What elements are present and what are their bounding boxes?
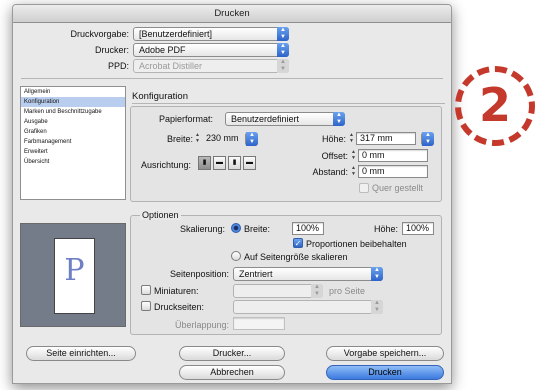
printer-label: Drucker: — [94, 45, 129, 55]
popup-arrows-icon: ▲ ▼ — [422, 132, 434, 146]
height-field[interactable]: 317 mm — [356, 132, 416, 145]
paper-format-value: Benutzerdefiniert — [231, 114, 300, 124]
scale-width-field[interactable]: 100% — [292, 222, 324, 235]
fit-to-page-radio[interactable] — [231, 251, 241, 261]
transverse-checkbox — [359, 183, 369, 193]
print-button[interactable]: Drucken — [326, 365, 444, 380]
category-list: Allgemein Konfiguration Marken und Besch… — [20, 86, 126, 200]
preset-label: Druckvorgabe: — [70, 29, 129, 39]
sidebar-item-ausgabe[interactable]: Ausgabe — [21, 117, 125, 127]
cancel-button[interactable]: Abbrechen — [179, 365, 285, 380]
per-page-label: pro Seite — [329, 286, 366, 296]
preview-letter: P — [64, 253, 85, 288]
width-field[interactable]: 230 mm — [202, 132, 244, 145]
thumbnails-popup: ▲ ▼ — [233, 284, 323, 298]
orientation-landscape-icon[interactable]: ▬ — [213, 156, 226, 170]
fit-to-page-label: Auf Seitengröße skalieren — [244, 252, 348, 262]
konfiguration-title: Konfiguration — [132, 91, 188, 102]
popup-arrows-icon: ▲ ▼ — [311, 284, 323, 298]
thumbnails-checkbox[interactable] — [141, 285, 151, 295]
tiling-label: Druckseiten: — [154, 302, 205, 312]
overlap-label: Überlappung: — [174, 320, 229, 330]
page-preview: P — [20, 223, 126, 327]
gap-stepper-icon[interactable]: ▲ ▼ — [350, 165, 357, 178]
printer-value: Adobe PDF — [139, 45, 186, 55]
orientation-portrait-reverse-icon[interactable]: ▮ — [228, 156, 241, 170]
sidebar-item-konfiguration[interactable]: Konfiguration — [21, 97, 125, 107]
tiling-popup: ▲ ▼ — [233, 300, 383, 314]
height-preset-popup[interactable]: ▲ ▼ — [421, 132, 434, 146]
paper-format-popup[interactable]: Benutzerdefiniert ▲ ▼ — [225, 112, 345, 126]
thumbnails-label: Miniaturen: — [154, 286, 199, 296]
popup-arrows-icon: ▲ ▼ — [371, 300, 383, 314]
height-stepper-icon[interactable]: ▲ ▼ — [348, 132, 355, 145]
scale-height-field[interactable]: 100% — [402, 222, 434, 235]
tiling-checkbox[interactable] — [141, 301, 151, 311]
offset-stepper-icon[interactable]: ▲ ▼ — [350, 149, 357, 162]
sidebar-item-farbmanagement[interactable]: Farbmanagement — [21, 137, 125, 147]
sidebar-item-uebersicht[interactable]: Übersicht — [21, 157, 125, 167]
popup-arrows-icon: ▲ ▼ — [277, 43, 289, 57]
width-preset-popup[interactable]: ▲ ▼ — [245, 132, 258, 146]
popup-arrows-icon: ▲ ▼ — [277, 27, 289, 41]
offset-label: Offset: — [321, 151, 348, 161]
sidebar-item-grafiken[interactable]: Grafiken — [21, 127, 125, 137]
step-number-badge: 2 — [455, 66, 535, 146]
save-preset-button[interactable]: Vorgabe speichern... — [326, 346, 444, 361]
width-label: Breite: — [166, 134, 193, 144]
gap-label: Abstand: — [312, 167, 348, 177]
gap-field[interactable]: 0 mm — [358, 165, 428, 178]
ppd-label: PPD: — [107, 61, 129, 71]
scale-width-label: Breite: — [244, 224, 271, 234]
keep-proportions-label: Proportionen beibehalten — [306, 239, 407, 249]
page-position-value: Zentriert — [239, 269, 273, 279]
optionen-title: Optionen — [140, 210, 181, 220]
popup-arrows-icon: ▲ ▼ — [371, 267, 383, 281]
scaling-label: Skalierung: — [179, 224, 225, 234]
height-label: Höhe: — [321, 134, 346, 144]
preview-page: P — [54, 238, 95, 314]
overlap-field — [233, 317, 285, 330]
sidebar-item-erweitert[interactable]: Erweitert — [21, 147, 125, 157]
paper-format-label: Papierformat: — [158, 114, 213, 124]
page-position-popup[interactable]: Zentriert ▲ ▼ — [233, 267, 383, 281]
konfiguration-divider — [132, 103, 445, 104]
page-position-label: Seitenposition: — [169, 269, 229, 279]
print-dialog: Drucken Druckvorgabe: [Benutzerdefiniert… — [12, 4, 452, 384]
printer-button[interactable]: Drucker... — [179, 346, 285, 361]
orientation-label: Ausrichtung: — [140, 160, 191, 170]
sidebar-item-allgemein[interactable]: Allgemein — [21, 87, 125, 97]
preset-value: [Benutzerdefiniert] — [139, 29, 213, 39]
top-divider — [21, 78, 443, 79]
popup-arrows-icon: ▲ ▼ — [277, 59, 289, 73]
printer-popup[interactable]: Adobe PDF ▲ ▼ — [133, 43, 289, 57]
ppd-value: Acrobat Distiller — [139, 61, 203, 71]
preset-popup[interactable]: [Benutzerdefiniert] ▲ ▼ — [133, 27, 289, 41]
scale-height-label: Höhe: — [373, 224, 398, 234]
offset-field[interactable]: 0 mm — [358, 149, 428, 162]
width-stepper-icon[interactable]: ▲ ▼ — [194, 132, 201, 145]
keep-proportions-checkbox[interactable]: ✓ — [293, 238, 303, 248]
popup-arrows-icon: ▲ ▼ — [333, 112, 345, 126]
popup-arrows-icon: ▲ ▼ — [246, 132, 258, 146]
orientation-landscape-reverse-icon[interactable]: ▬ — [243, 156, 256, 170]
scale-width-radio[interactable] — [231, 223, 241, 233]
ppd-popup: Acrobat Distiller ▲ ▼ — [133, 59, 289, 73]
orientation-portrait-icon[interactable]: ▮ — [198, 156, 211, 170]
transverse-label: Quer gestellt — [372, 183, 424, 193]
page-setup-button[interactable]: Seite einrichten... — [26, 346, 136, 361]
sidebar-item-marken[interactable]: Marken und Beschnittzugabe — [21, 107, 125, 117]
window-title: Drucken — [13, 5, 451, 23]
